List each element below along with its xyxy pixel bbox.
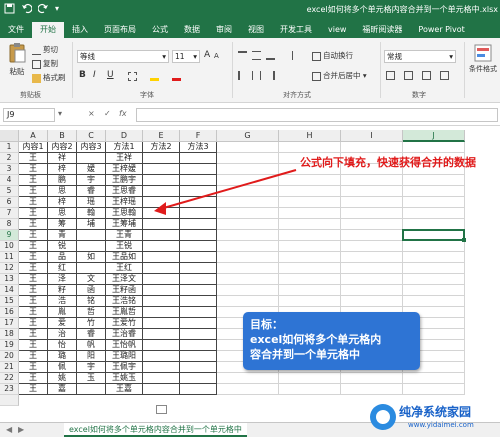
site-watermark: 纯净系统家园 www.yidaimei.com	[370, 400, 498, 436]
red-arrow-line	[159, 169, 297, 210]
red-arrow-head	[154, 202, 166, 215]
annotation-text: 公式向下填充，快速获得合并的数据	[300, 156, 476, 169]
sheet-tab-active[interactable]: excel如何将多个单元格内容合并到一个单元格中	[64, 423, 247, 437]
watermark-title: 纯净系统家园	[399, 405, 472, 419]
goal-line-1: 目标：	[250, 318, 283, 331]
paste-options-icon[interactable]	[156, 405, 167, 414]
watermark-url: www.yidaimei.com	[408, 421, 474, 429]
excel-window: ▾ excel如何将多个单元格内容合并到一个单元格中.xlsx 文件 开始 插入 页面…	[0, 0, 500, 437]
arrow-overlay	[154, 169, 297, 215]
watermark-logo-icon	[370, 404, 396, 430]
next-sheet-icon[interactable]: ▶	[18, 425, 24, 434]
goal-line-3: 容合并到一个单元格中	[250, 348, 360, 361]
goal-line-2: excel如何将多个单元格内	[250, 333, 382, 346]
prev-sheet-icon[interactable]: ◀	[6, 425, 12, 434]
goal-callout: 目标： excel如何将多个单元格内 容合并到一个单元格中	[243, 312, 420, 370]
